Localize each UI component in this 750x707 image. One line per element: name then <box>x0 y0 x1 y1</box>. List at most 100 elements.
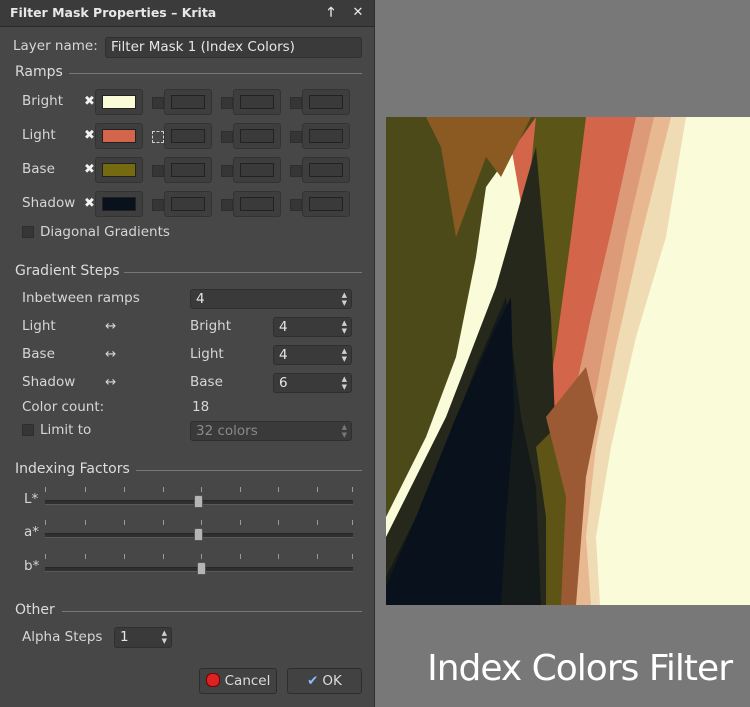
layer-name-input[interactable]: Filter Mask 1 (Index Colors) <box>105 37 362 58</box>
step-count-value: 6 <box>279 375 288 391</box>
slider-tick <box>317 487 318 492</box>
color-swatch-empty <box>309 95 343 109</box>
slider-handle-a[interactable] <box>194 528 203 541</box>
double-arrow-icon: ↔ <box>105 346 117 362</box>
inbetween-ramps-value: 4 <box>196 291 205 307</box>
slider-tick <box>124 520 125 525</box>
alpha-steps-spinbox[interactable]: 1 ▲ ▼ <box>114 627 172 648</box>
slider-handle-l[interactable] <box>194 495 203 508</box>
ramp-color-light[interactable] <box>95 123 143 149</box>
color-swatch <box>102 197 136 211</box>
limit-to-checkbox[interactable] <box>22 424 34 436</box>
step-count-spinbox[interactable]: 4 ▲ ▼ <box>273 345 352 365</box>
ramp-color-empty[interactable] <box>233 89 281 115</box>
step-from-label: Base <box>22 346 55 362</box>
close-icon[interactable]: ✕ <box>349 4 367 22</box>
ramp-color-empty[interactable] <box>164 89 212 115</box>
remove-stop-icon[interactable]: ✖ <box>84 129 95 142</box>
spin-arrows-icon[interactable]: ▲ ▼ <box>342 319 347 335</box>
spin-arrows-icon[interactable]: ▲ ▼ <box>342 291 347 307</box>
color-count-label: Color count: <box>22 399 105 415</box>
add-stop-checkbox[interactable] <box>221 199 233 211</box>
add-stop-checkbox[interactable] <box>290 131 302 143</box>
add-stop-checkbox[interactable] <box>290 97 302 109</box>
step-count-spinbox[interactable]: 4 ▲ ▼ <box>273 317 352 337</box>
color-swatch-empty <box>240 163 274 177</box>
remove-stop-icon[interactable]: ✖ <box>84 197 95 210</box>
slider-tick <box>240 520 241 525</box>
ramp-color-base[interactable] <box>95 157 143 183</box>
ramp-color-empty[interactable] <box>233 157 281 183</box>
inbetween-ramps-spinbox[interactable]: 4 ▲ ▼ <box>190 289 352 309</box>
cancel-button[interactable]: Cancel <box>199 668 277 694</box>
color-count-value: 18 <box>192 399 210 415</box>
add-stop-checkbox[interactable] <box>221 97 233 109</box>
color-swatch-empty <box>309 163 343 177</box>
title-bar[interactable]: Filter Mask Properties – Krita 🡑 ✕ <box>0 0 374 27</box>
color-swatch <box>102 163 136 177</box>
ramp-color-empty[interactable] <box>233 191 281 217</box>
slider-tick <box>201 520 202 525</box>
ramp-color-empty[interactable] <box>233 123 281 149</box>
spin-arrows-icon[interactable]: ▲ ▼ <box>342 347 347 363</box>
limit-colors-spinbox[interactable]: 32 colors ▲ ▼ <box>190 421 352 441</box>
add-stop-checkbox[interactable] <box>152 131 164 143</box>
slider-handle-b[interactable] <box>197 562 206 575</box>
step-to-label: Light <box>190 346 224 362</box>
ramp-color-empty[interactable] <box>302 191 350 217</box>
ramp-color-shadow[interactable] <box>95 191 143 217</box>
color-swatch-empty <box>171 163 205 177</box>
color-swatch-empty <box>240 95 274 109</box>
add-stop-checkbox[interactable] <box>152 199 164 211</box>
slider-tick <box>278 520 279 525</box>
add-stop-checkbox[interactable] <box>290 165 302 177</box>
ramp-color-empty[interactable] <box>164 191 212 217</box>
ramp-color-empty[interactable] <box>302 89 350 115</box>
diagonal-gradients-checkbox[interactable] <box>22 226 34 238</box>
spin-arrows-icon[interactable]: ▲ ▼ <box>162 629 167 645</box>
other-divider <box>62 611 362 612</box>
ramp-color-empty[interactable] <box>164 123 212 149</box>
slider-tick <box>201 554 202 559</box>
index-colors-preview-image <box>386 117 750 605</box>
slider-tick <box>278 487 279 492</box>
add-stop-checkbox[interactable] <box>152 97 164 109</box>
slider-tick <box>317 554 318 559</box>
add-stop-checkbox[interactable] <box>152 165 164 177</box>
double-arrow-icon: ↔ <box>105 318 117 334</box>
caption-text: Index Colors Filter <box>427 648 733 689</box>
color-swatch-empty <box>309 197 343 211</box>
alpha-steps-label: Alpha Steps <box>22 629 103 645</box>
ramp-color-empty[interactable] <box>164 157 212 183</box>
slider-label-l: L* <box>24 491 39 507</box>
color-swatch-empty <box>240 129 274 143</box>
color-swatch-empty <box>171 129 205 143</box>
add-stop-checkbox[interactable] <box>221 165 233 177</box>
slider-tick <box>317 520 318 525</box>
slider-label-a: a* <box>24 524 40 540</box>
color-swatch-empty <box>171 95 205 109</box>
pin-up-icon[interactable]: 🡑 <box>322 4 340 22</box>
spin-arrows-icon[interactable]: ▲ ▼ <box>342 423 347 439</box>
color-swatch <box>102 95 136 109</box>
ramp-color-bright[interactable] <box>95 89 143 115</box>
ramp-color-empty[interactable] <box>302 157 350 183</box>
remove-stop-icon[interactable]: ✖ <box>84 95 95 108</box>
step-count-value: 4 <box>279 319 288 335</box>
diagonal-gradients-label: Diagonal Gradients <box>40 224 170 240</box>
add-stop-checkbox[interactable] <box>290 199 302 211</box>
filter-mask-dialog: Filter Mask Properties – Krita 🡑 ✕ Layer… <box>0 0 375 707</box>
step-count-spinbox[interactable]: 6 ▲ ▼ <box>273 373 352 393</box>
checkmark-icon: ✔ <box>307 673 319 689</box>
indexing-factors-heading: Indexing Factors <box>15 461 130 477</box>
limit-colors-value: 32 colors <box>196 423 258 439</box>
indexing-divider <box>136 470 362 471</box>
slider-tick <box>85 520 86 525</box>
window-title: Filter Mask Properties – Krita <box>10 5 217 20</box>
add-stop-checkbox[interactable] <box>221 131 233 143</box>
spin-arrows-icon[interactable]: ▲ ▼ <box>342 375 347 391</box>
remove-stop-icon[interactable]: ✖ <box>84 163 95 176</box>
ok-button[interactable]: ✔ OK <box>287 668 362 694</box>
ramp-color-empty[interactable] <box>302 123 350 149</box>
ok-label: OK <box>322 673 342 689</box>
